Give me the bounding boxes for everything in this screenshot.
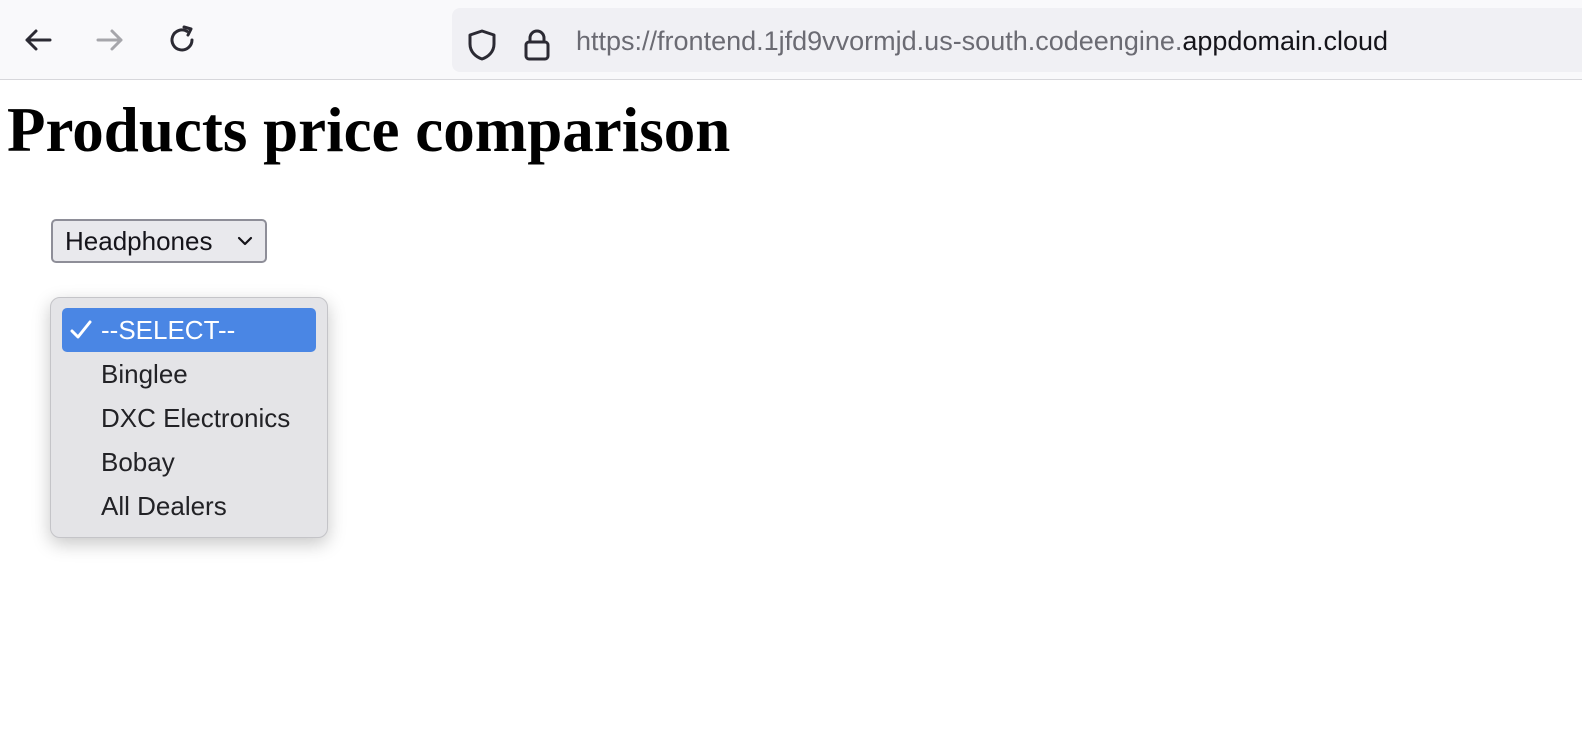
checkmark-icon — [70, 320, 92, 339]
page-title: Products price comparison — [7, 95, 731, 165]
chevron-down-icon — [237, 236, 253, 246]
url-domain: appdomain.cloud — [1182, 26, 1389, 56]
product-select[interactable]: Headphones — [51, 219, 267, 263]
dealer-dropdown-list: --SELECT-- Binglee DXC Electronics Bobay… — [50, 297, 328, 538]
dropdown-option-bobay[interactable]: Bobay — [62, 440, 316, 484]
browser-toolbar: https://frontend.1jfd9vvormjd.us-south.c… — [0, 0, 1582, 80]
dropdown-option-label: --SELECT-- — [101, 314, 236, 345]
shield-icon[interactable] — [466, 28, 498, 67]
lock-icon[interactable] — [522, 28, 552, 67]
dropdown-option-dxc-electronics[interactable]: DXC Electronics — [62, 396, 316, 440]
dropdown-option-all-dealers[interactable]: All Dealers — [62, 484, 316, 528]
product-select-value: Headphones — [65, 226, 213, 256]
reload-button[interactable] — [162, 20, 202, 60]
forward-arrow-icon — [96, 29, 123, 51]
dropdown-option-binglee[interactable]: Binglee — [62, 352, 316, 396]
forward-button[interactable] — [90, 20, 130, 60]
dropdown-option-label: All Dealers — [101, 490, 227, 521]
reload-icon — [170, 25, 194, 52]
back-button[interactable] — [18, 20, 58, 60]
dropdown-option-label: Binglee — [101, 358, 188, 389]
back-arrow-icon — [25, 29, 52, 51]
dropdown-option-select[interactable]: --SELECT-- — [62, 308, 316, 352]
url-prefix: https://frontend.1jfd9vvormjd.us-south.c… — [576, 26, 1183, 56]
url-text[interactable]: https://frontend.1jfd9vvormjd.us-south.c… — [576, 25, 1388, 57]
dropdown-option-label: DXC Electronics — [101, 402, 291, 433]
dropdown-option-label: Bobay — [101, 446, 175, 477]
address-bar[interactable]: https://frontend.1jfd9vvormjd.us-south.c… — [452, 8, 1582, 72]
